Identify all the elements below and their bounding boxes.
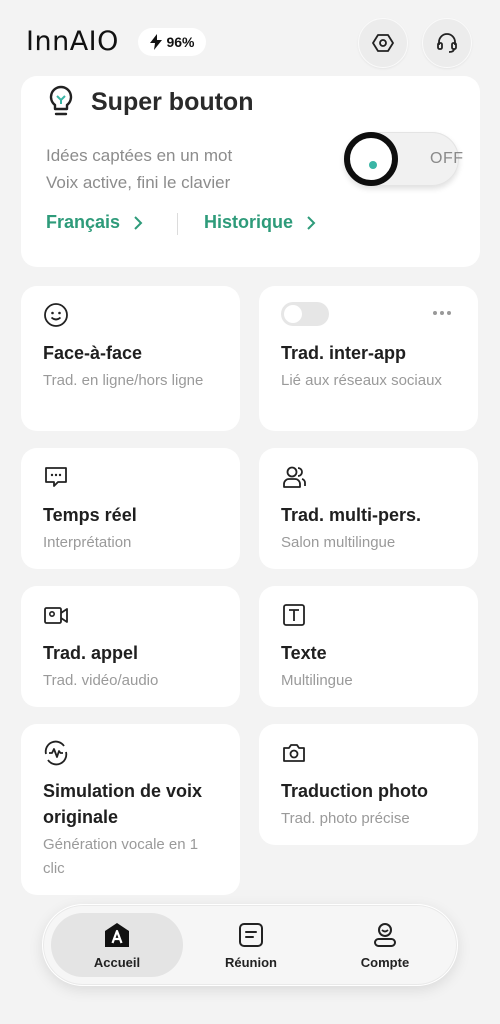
card-title: Temps réel	[43, 505, 137, 525]
text-icon	[283, 604, 305, 626]
hexagon-settings-icon	[372, 34, 394, 52]
lightbulb-icon	[49, 85, 73, 116]
super-button-title: Super bouton	[91, 88, 254, 116]
video-camera-icon	[44, 607, 68, 624]
smiley-icon	[44, 303, 68, 327]
headset-icon	[437, 33, 457, 53]
card-subtitle: Salon multilingue	[281, 534, 396, 551]
card-title: Simulation de voix originale	[43, 778, 202, 830]
nav-account-label: Compte	[360, 954, 410, 970]
card-title: Trad. multi-pers.	[281, 505, 422, 525]
nav-account[interactable]: Compte	[319, 913, 451, 977]
super-desc-line1: Idées captées en un mot	[46, 146, 233, 165]
inter-app-toggle[interactable]	[281, 302, 329, 326]
support-button[interactable]	[422, 18, 472, 68]
card-title: Traduction photo	[281, 781, 428, 801]
card-subtitle: Trad. photo précise	[281, 810, 410, 827]
chevron-right-icon	[307, 215, 316, 230]
card-title: Texte	[281, 643, 327, 663]
card-photo-translation[interactable]: Traduction photo Trad. photo précise	[259, 724, 478, 845]
super-button-toggle[interactable]: OFF	[344, 132, 463, 186]
chevron-right-icon	[134, 215, 143, 230]
history-link[interactable]: Historique	[204, 212, 317, 233]
super-button-card: Super bouton Idées captées en un mot Voi…	[21, 76, 480, 267]
card-multi-person[interactable]: Trad. multi-pers. Salon multilingue	[259, 448, 478, 569]
card-subtitle: Génération vocale en 1 clic	[43, 836, 199, 877]
super-button-description: Idées captées en un mot Voix active, fin…	[46, 142, 232, 196]
bottom-navigation: Accueil Réunion Compte	[42, 904, 458, 986]
card-subtitle: Multilingue	[281, 672, 353, 689]
nav-home-label: Accueil	[93, 954, 141, 970]
settings-button[interactable]	[358, 18, 408, 68]
super-desc-line2: Voix active, fini le clavier	[46, 173, 231, 192]
card-title-line2: originale	[43, 807, 119, 827]
toggle-state-label: OFF	[430, 150, 464, 167]
nav-meeting-label: Réunion	[225, 954, 277, 970]
app-header: InnAIO 96%	[0, 0, 500, 80]
card-subtitle: Trad. vidéo/audio	[43, 672, 159, 689]
history-link-label: Historique	[204, 212, 294, 232]
nav-meeting[interactable]: Réunion	[185, 913, 317, 977]
card-call-translation[interactable]: Trad. appel Trad. vidéo/audio	[21, 586, 240, 707]
battery-indicator: 96%	[138, 28, 206, 56]
language-link[interactable]: Français	[46, 212, 144, 233]
app-logo: InnAIO	[26, 26, 119, 57]
home-a-icon	[105, 922, 129, 947]
document-icon	[239, 922, 263, 947]
card-text[interactable]: Texte Multilingue	[259, 586, 478, 707]
card-inter-app[interactable]: Trad. inter-app Lié aux réseaux sociaux	[259, 286, 478, 431]
battery-level: 96%	[166, 34, 195, 50]
lightning-icon	[150, 34, 163, 50]
card-face-to-face[interactable]: Face-à-face Trad. en ligne/hors ligne	[21, 286, 240, 431]
card-title: Face-à-face	[43, 343, 143, 363]
card-real-time[interactable]: Temps réel Interprétation	[21, 448, 240, 569]
card-title: Trad. inter-app	[281, 343, 407, 363]
card-subtitle: Interprétation	[43, 534, 132, 551]
toggle-knob	[344, 132, 398, 186]
account-icon	[374, 922, 396, 947]
voice-wave-icon	[44, 740, 68, 766]
card-voice-simulation[interactable]: Simulation de voix originale Génération …	[21, 724, 240, 895]
group-icon	[283, 466, 306, 488]
link-divider	[177, 213, 178, 235]
card-title-line1: Simulation de voix	[43, 781, 203, 801]
card-title: Trad. appel	[43, 643, 139, 663]
nav-home[interactable]: Accueil	[51, 913, 183, 977]
toggle-knob-dot	[369, 161, 377, 169]
card-subtitle: Lié aux réseaux sociaux	[281, 372, 442, 389]
camera-icon	[283, 744, 305, 762]
language-link-label: Français	[46, 212, 121, 232]
speech-bubble-icon	[45, 467, 67, 487]
card-subtitle: Trad. en ligne/hors ligne	[43, 372, 204, 389]
more-options-icon[interactable]	[432, 310, 452, 316]
